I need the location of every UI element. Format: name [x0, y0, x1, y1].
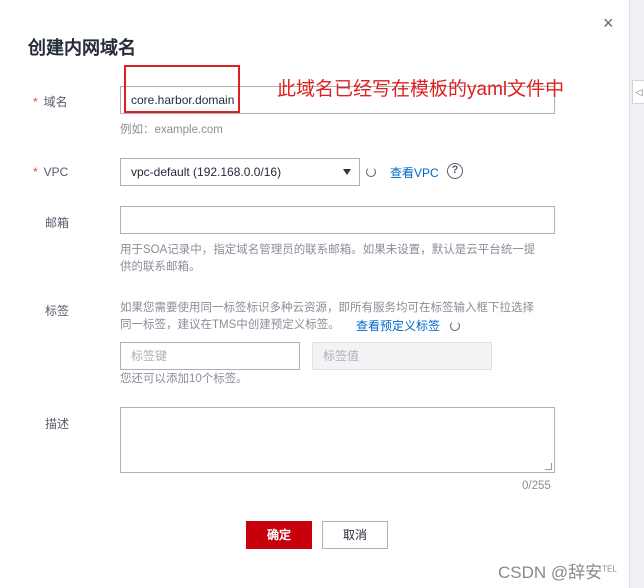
- view-vpc-link[interactable]: 查看VPC: [390, 164, 439, 181]
- watermark-suffix: TEL: [602, 564, 617, 574]
- vpc-select[interactable]: vpc-default (192.168.0.0/16): [120, 158, 360, 186]
- description-textarea[interactable]: [120, 407, 555, 473]
- description-counter: 0/255: [522, 480, 551, 492]
- chevron-down-icon: [343, 169, 351, 175]
- tag-value-placeholder: 标签值: [323, 349, 360, 363]
- tags-remaining-hint: 您还可以添加10个标签。: [120, 373, 248, 385]
- domain-hint: 例如：example.com: [120, 124, 223, 136]
- dialog-title: 创建内网域名: [28, 38, 136, 58]
- description-label: 描述: [45, 417, 70, 431]
- close-icon[interactable]: ×: [603, 14, 614, 32]
- required-mark: *: [33, 165, 38, 179]
- tags-label: 标签: [45, 304, 70, 318]
- tag-key-placeholder: 标签键: [131, 349, 168, 363]
- email-hint-line2: 供的联系邮箱。: [120, 261, 201, 273]
- required-mark: *: [33, 95, 38, 109]
- domain-label: 域名: [43, 95, 68, 109]
- predefined-tags-link[interactable]: 查看预定义标签: [356, 317, 440, 334]
- vpc-label-row: * VPC: [33, 165, 68, 179]
- watermark-text: CSDN @辞安: [498, 563, 603, 582]
- email-label: 邮箱: [45, 216, 70, 230]
- annotation-text: 此域名已经写在模板的yaml文件中: [277, 79, 565, 100]
- vpc-label: VPC: [43, 165, 69, 179]
- tags-hint-line1: 如果您需要使用同一标签标识多种云资源，即所有服务均可在标签输入框下拉选择: [120, 302, 534, 314]
- watermark: CSDN @辞安TEL: [498, 558, 617, 583]
- refresh-icon[interactable]: [450, 321, 460, 331]
- background-page-strip: ◁: [629, 0, 644, 588]
- tag-value-input[interactable]: 标签值: [312, 342, 492, 370]
- confirm-button[interactable]: 确定: [246, 521, 312, 549]
- refresh-icon[interactable]: [366, 167, 376, 177]
- tags-hint-line2: 同一标签，建议在TMS中创建预定义标签。: [120, 319, 340, 331]
- tag-key-input[interactable]: 标签键: [120, 342, 300, 370]
- background-tab: ◁: [632, 80, 644, 104]
- resize-handle-icon[interactable]: [545, 463, 552, 470]
- email-hint-line1: 用于SOA记录中，指定域名管理员的联系邮箱。如果未设置，默认是云平台统一提: [120, 244, 536, 256]
- email-field[interactable]: [120, 206, 555, 234]
- domain-label-row: * 域名: [33, 93, 68, 110]
- help-icon[interactable]: ?: [447, 163, 463, 179]
- cancel-button[interactable]: 取消: [322, 521, 388, 549]
- vpc-selected-value: vpc-default (192.168.0.0/16): [131, 165, 282, 179]
